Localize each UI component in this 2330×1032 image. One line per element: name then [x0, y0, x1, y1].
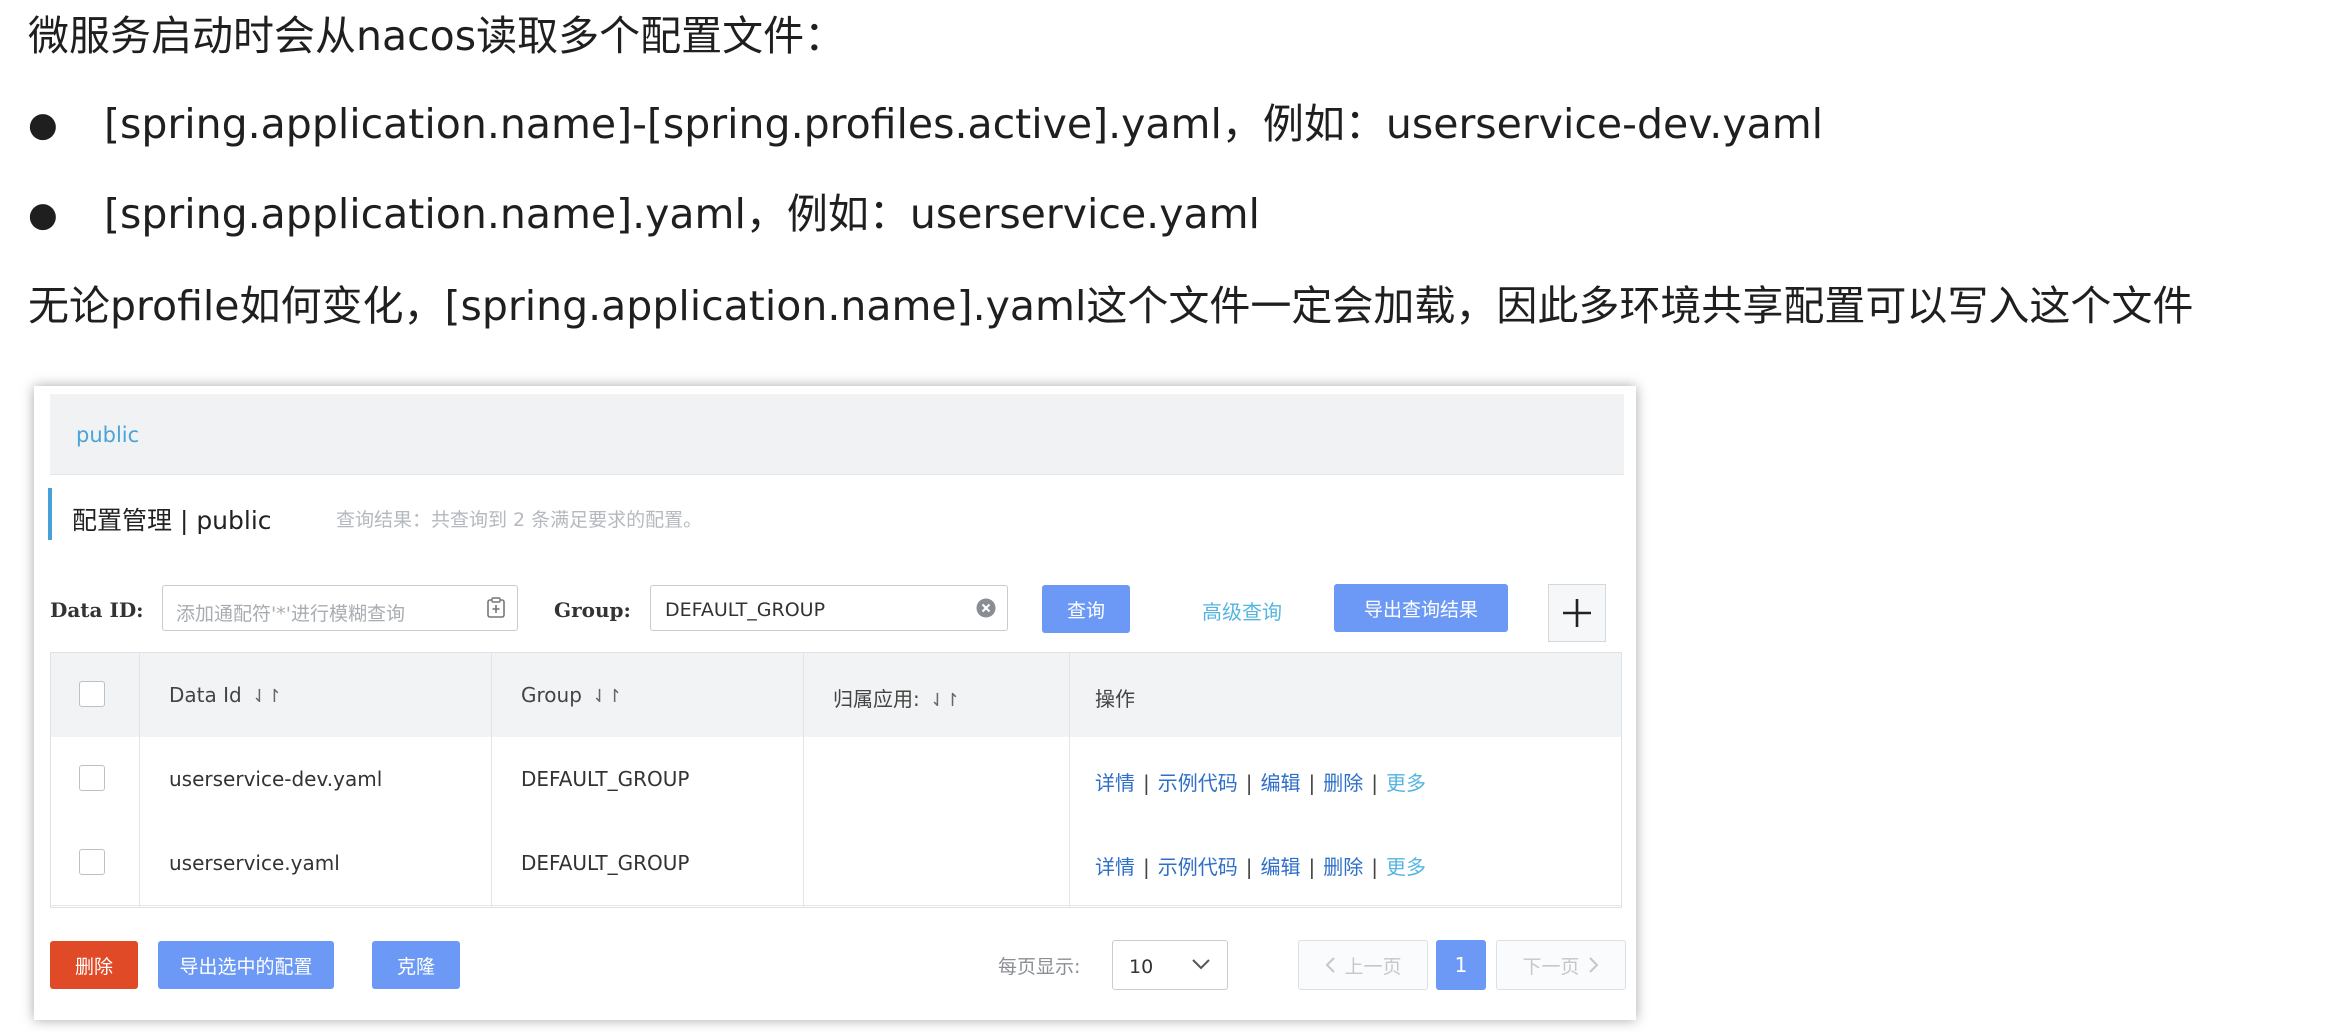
data-id-placeholder: 添加通配符'*'进行模糊查询	[176, 603, 405, 625]
action-details-link[interactable]: 详情	[1095, 855, 1135, 879]
page-title-text: 配置管理 | public	[72, 506, 272, 535]
action-sample-code-link[interactable]: 示例代码	[1158, 771, 1238, 795]
plus-icon	[1563, 599, 1591, 627]
row-data-id: userservice-dev.yaml	[169, 767, 383, 791]
action-more-link[interactable]: 更多	[1386, 855, 1426, 879]
clone-button[interactable]: 克隆	[372, 941, 460, 989]
export-selected-button[interactable]: 导出选中的配置	[158, 941, 334, 989]
group-input-value: DEFAULT_GROUP	[665, 599, 826, 621]
row-group: DEFAULT_GROUP	[521, 767, 690, 791]
prev-page-button[interactable]: 上一页	[1298, 940, 1428, 990]
namespace-bar: public	[50, 394, 1624, 475]
title-accent-bar	[48, 488, 52, 540]
action-delete-link[interactable]: 删除	[1323, 855, 1363, 879]
action-edit-link[interactable]: 编辑	[1261, 771, 1301, 795]
query-result-hint: 查询结果：共查询到 2 条满足要求的配置。	[336, 509, 703, 531]
action-delete-link[interactable]: 删除	[1323, 771, 1363, 795]
conclusion-text: 无论profile如何变化，[spring.application.name].…	[28, 282, 2194, 330]
data-id-label: Data ID:	[50, 598, 144, 622]
column-divider	[803, 653, 804, 907]
bullet-text-2: [spring.application.name].yaml，例如：userse…	[104, 190, 1260, 238]
table-header: Data Id ⇃↾ Group ⇃↾ 归属应用: ⇃↾ 操作	[51, 653, 1621, 738]
bullet-dot-1: ●	[28, 105, 58, 145]
header-app[interactable]: 归属应用: ⇃↾	[833, 683, 960, 712]
sort-icon[interactable]: ⇃↾	[592, 686, 622, 707]
row-actions: 详情 | 示例代码 | 编辑 | 删除 | 更多	[1095, 855, 1426, 879]
intro-text: 微服务启动时会从nacos读取多个配置文件：	[28, 12, 846, 60]
add-config-button[interactable]	[1548, 584, 1606, 642]
column-divider	[139, 653, 140, 907]
table-row: userservice.yaml DEFAULT_GROUP 详情 | 示例代码 | 编…	[51, 821, 1621, 906]
advanced-query-link[interactable]: 高级查询	[1202, 596, 1282, 625]
page-size-select[interactable]: 10	[1112, 940, 1228, 990]
action-more-link[interactable]: 更多	[1386, 771, 1426, 795]
page-title: 配置管理 | public 查询结果：共查询到 2 条满足要求的配置。	[48, 488, 1048, 540]
group-input[interactable]: DEFAULT_GROUP	[650, 585, 1008, 631]
clipboard-icon[interactable]	[485, 597, 507, 619]
chevron-right-icon	[1588, 957, 1598, 973]
page-size-value: 10	[1129, 956, 1154, 978]
row-checkbox[interactable]	[79, 849, 105, 875]
action-sample-code-link[interactable]: 示例代码	[1158, 855, 1238, 879]
column-divider	[491, 653, 492, 907]
header-actions: 操作	[1095, 687, 1135, 711]
select-all-checkbox[interactable]	[79, 681, 105, 707]
next-page-label: 下一页	[1522, 955, 1580, 978]
header-data-id[interactable]: Data Id ⇃↾	[169, 683, 282, 707]
data-id-input[interactable]: 添加通配符'*'进行模糊查询	[162, 585, 518, 631]
bullet-dot-2: ●	[28, 195, 58, 235]
column-divider	[1069, 653, 1070, 907]
group-label: Group:	[554, 598, 631, 622]
row-checkbox[interactable]	[79, 765, 105, 791]
action-edit-link[interactable]: 编辑	[1261, 855, 1301, 879]
page-size-label: 每页显示:	[998, 956, 1081, 978]
delete-selected-button[interactable]: 删除	[50, 941, 138, 989]
header-group[interactable]: Group ⇃↾	[521, 683, 622, 707]
row-data-id: userservice.yaml	[169, 851, 340, 875]
nacos-config-panel: public 配置管理 | public 查询结果：共查询到 2 条满足要求的配…	[34, 386, 1636, 1020]
config-table: Data Id ⇃↾ Group ⇃↾ 归属应用: ⇃↾ 操作 userservice…	[50, 652, 1622, 908]
next-page-button[interactable]: 下一页	[1496, 940, 1626, 990]
namespace-public-link[interactable]: public	[76, 423, 139, 447]
clear-icon[interactable]	[975, 597, 997, 619]
action-details-link[interactable]: 详情	[1095, 771, 1135, 795]
prev-page-label: 上一页	[1344, 955, 1402, 978]
sort-icon[interactable]: ⇃↾	[930, 690, 960, 711]
page-number-current[interactable]: 1	[1436, 940, 1486, 990]
export-query-results-button[interactable]: 导出查询结果	[1334, 584, 1508, 632]
row-actions: 详情 | 示例代码 | 编辑 | 删除 | 更多	[1095, 771, 1426, 795]
sort-icon[interactable]: ⇃↾	[252, 686, 282, 707]
bullet-text-1: [spring.application.name]-[spring.profil…	[104, 100, 1824, 148]
row-group: DEFAULT_GROUP	[521, 851, 690, 875]
table-row: userservice-dev.yaml DEFAULT_GROUP 详情 | 示例…	[51, 737, 1621, 822]
chevron-left-icon	[1326, 957, 1336, 973]
query-button[interactable]: 查询	[1042, 585, 1130, 633]
chevron-down-icon	[1192, 959, 1210, 970]
